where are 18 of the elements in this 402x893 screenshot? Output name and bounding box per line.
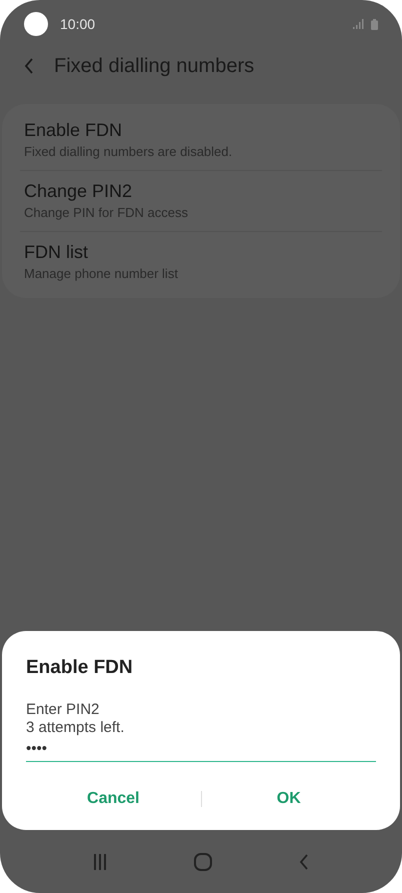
status-time: 10:00	[60, 16, 96, 32]
back-icon[interactable]	[298, 854, 309, 870]
back-icon[interactable]	[24, 58, 34, 74]
camera-hole	[24, 12, 48, 36]
setting-title[interactable]: Change PIN2	[24, 181, 378, 202]
dialog-message: Enter PIN2	[26, 701, 100, 719]
signal-icon	[353, 19, 365, 29]
dialog-button[interactable]: OK	[202, 782, 376, 816]
battery-icon	[371, 18, 378, 30]
pin-input-field[interactable]: ••••	[26, 737, 376, 762]
home-icon[interactable]	[194, 852, 212, 870]
dialog-button[interactable]: Cancel	[26, 782, 200, 816]
setting-title[interactable]: Enable FDN	[24, 120, 378, 141]
recent-apps-icon[interactable]	[93, 854, 108, 870]
setting-title[interactable]: FDN list	[24, 242, 378, 263]
screen-title: Fixed dialling numbers	[54, 54, 254, 78]
dialog-title: Enable FDN	[26, 657, 134, 679]
dialog-message: 3 attempts left.	[26, 719, 126, 737]
